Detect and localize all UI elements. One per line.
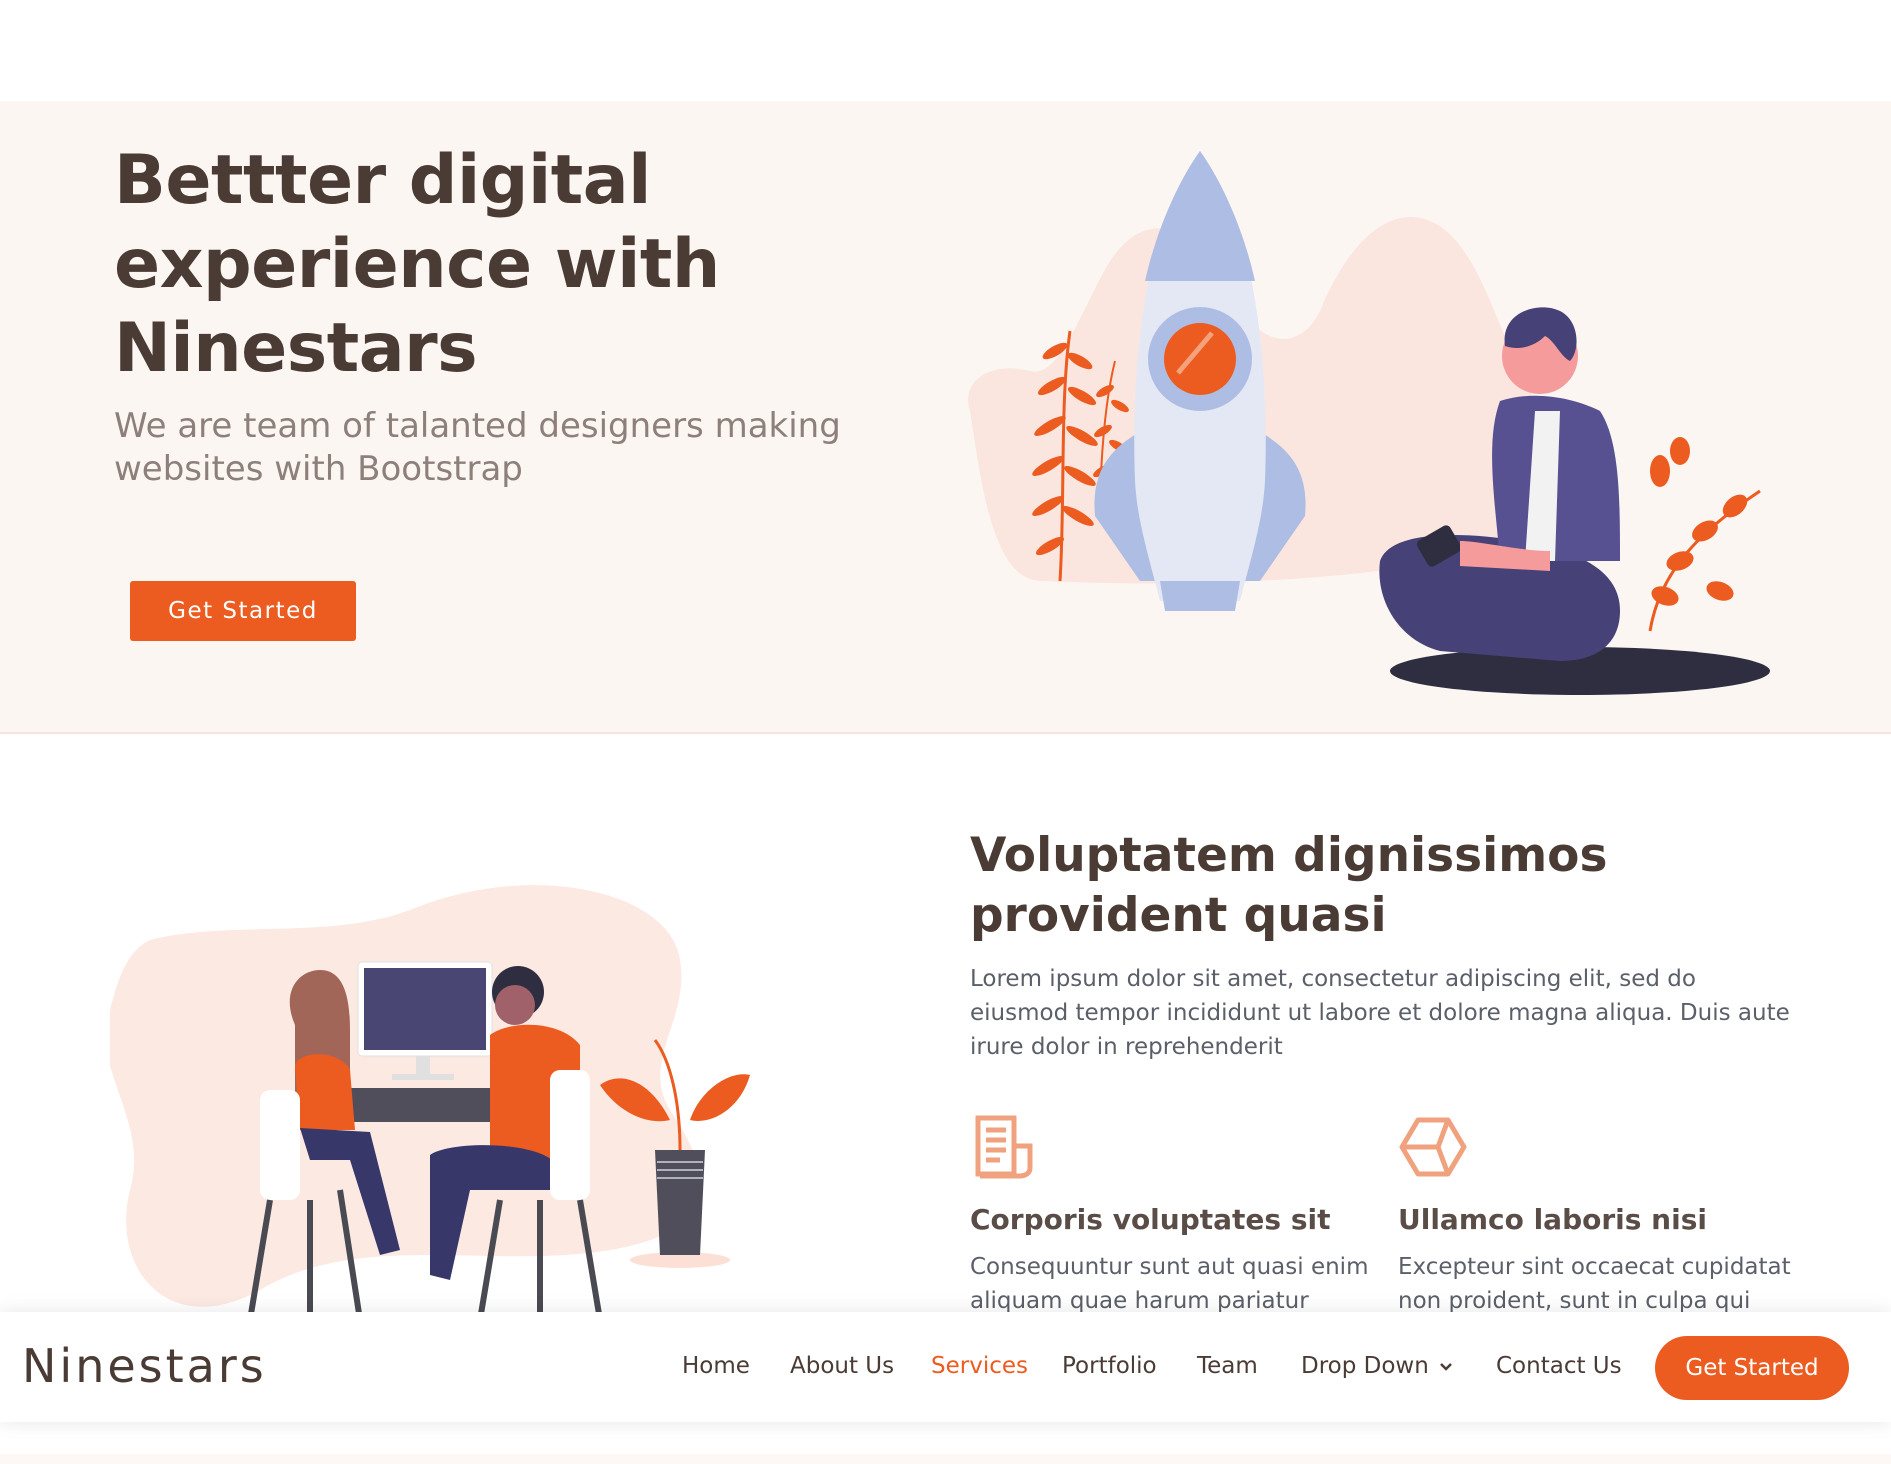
feature-item: Ullamco laboris nisi Excepteur sint occa… (1398, 1112, 1798, 1318)
brand-logo[interactable]: Ninestars (22, 1338, 267, 1394)
nav-item-team[interactable]: Team (1197, 1349, 1258, 1383)
about-text: Lorem ipsum dolor sit amet, consectetur … (970, 966, 1790, 1060)
feature-item: Corporis voluptates sit Consequuntur sun… (970, 1112, 1370, 1318)
nav-item-portfolio[interactable]: Portfolio (1062, 1349, 1157, 1383)
nav-item-services[interactable]: Services (931, 1349, 1028, 1383)
chevron-down-icon (1439, 1362, 1452, 1371)
hero-get-started-button[interactable]: Get Started (130, 581, 356, 641)
hero-section: Bettter digital experience with Ninestar… (0, 101, 1891, 734)
about-title: Voluptatem dignissimos provident quasi (970, 828, 1608, 943)
nav-item-home[interactable]: Home (682, 1349, 750, 1383)
feature-title: Corporis voluptates sit (970, 1203, 1331, 1236)
nav-item-drop-down-label: Drop Down (1301, 1353, 1429, 1379)
main-navbar: Ninestars Home About Us Services Portfol… (0, 1312, 1891, 1422)
nav-item-about-us[interactable]: About Us (790, 1349, 894, 1383)
nav-item-drop-down[interactable]: Drop Down (1301, 1349, 1453, 1383)
feature-title: Ullamco laboris nisi (1398, 1203, 1707, 1236)
team-working-illustration (110, 885, 750, 1320)
hero-subtitle: We are team of talanted designers making… (114, 406, 841, 489)
fern-right-icon (1648, 437, 1761, 632)
rocket-illustration (968, 151, 1770, 695)
nav-get-started-button[interactable]: Get Started (1655, 1336, 1849, 1400)
feature-text: Excepteur sint occaecat cupidatat non pr… (1398, 1254, 1791, 1314)
feature-text: Consequuntur sunt aut quasi enim aliquam… (970, 1254, 1369, 1314)
receipt-icon (975, 1115, 1033, 1179)
next-section-strip (0, 1454, 1891, 1464)
cube-icon (1399, 1117, 1467, 1177)
nav-item-contact-us[interactable]: Contact Us (1496, 1349, 1622, 1383)
hero-title: Bettter digital experience with Ninestar… (114, 141, 720, 388)
